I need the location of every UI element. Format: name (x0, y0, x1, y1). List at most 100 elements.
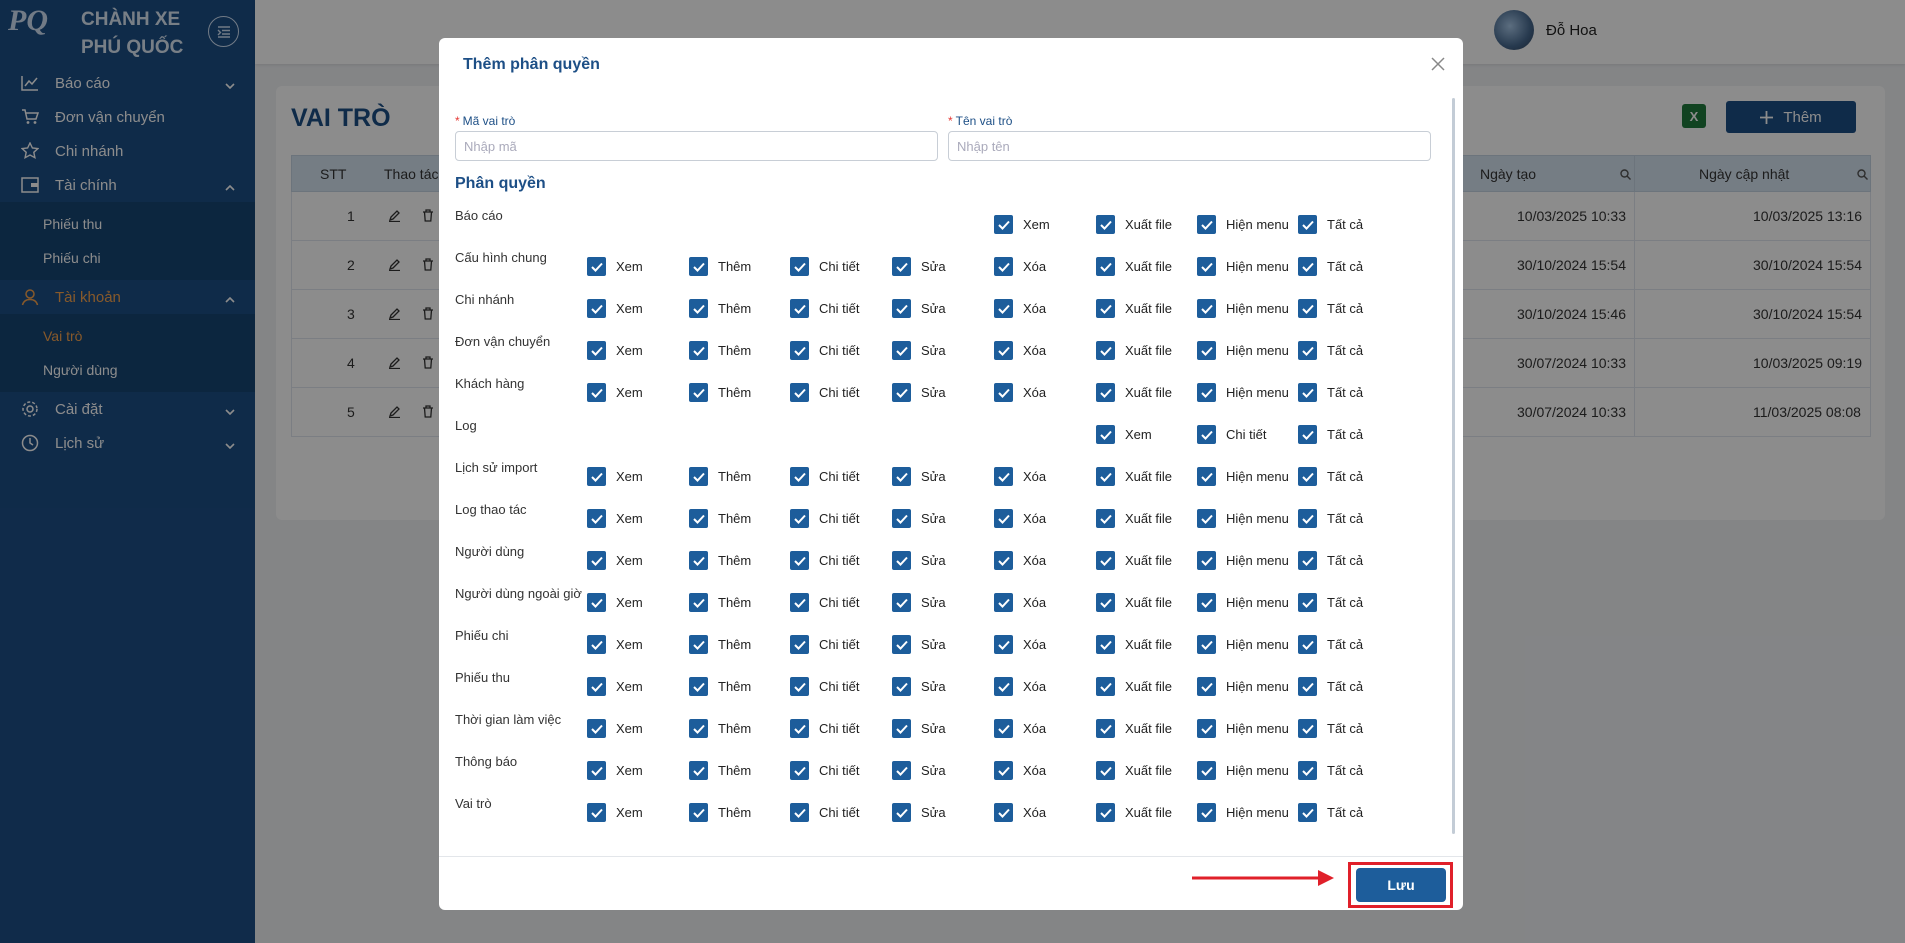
checkbox-xoa[interactable]: Xóa (994, 509, 1046, 528)
checkbox-tat-ca[interactable]: Tất cả (1298, 761, 1363, 780)
checkbox-hien-menu[interactable]: Hiện menu (1197, 509, 1289, 528)
checkbox-checked-icon[interactable] (1298, 677, 1317, 696)
checkbox-tat-ca[interactable]: Tất cả (1298, 383, 1363, 402)
checkbox-xuat-file[interactable]: Xuất file (1096, 719, 1172, 738)
checkbox-checked-icon[interactable] (587, 719, 606, 738)
checkbox-checked-icon[interactable] (689, 467, 708, 486)
checkbox-xoa[interactable]: Xóa (994, 551, 1046, 570)
checkbox-chi-tiet[interactable]: Chi tiết (790, 551, 859, 570)
checkbox-checked-icon[interactable] (1096, 509, 1115, 528)
checkbox-checked-icon[interactable] (587, 383, 606, 402)
checkbox-checked-icon[interactable] (994, 677, 1013, 696)
checkbox-checked-icon[interactable] (1096, 341, 1115, 360)
checkbox-tat-ca[interactable]: Tất cả (1298, 593, 1363, 612)
checkbox-hien-menu[interactable]: Hiện menu (1197, 299, 1289, 318)
checkbox-checked-icon[interactable] (994, 509, 1013, 528)
checkbox-hien-menu[interactable]: Hiện menu (1197, 341, 1289, 360)
checkbox-checked-icon[interactable] (892, 299, 911, 318)
checkbox-sua[interactable]: Sửa (892, 551, 946, 570)
checkbox-xem[interactable]: Xem (587, 257, 643, 276)
checkbox-tat-ca[interactable]: Tất cả (1298, 551, 1363, 570)
checkbox-hien-menu[interactable]: Hiện menu (1197, 761, 1289, 780)
checkbox-xuat-file[interactable]: Xuất file (1096, 509, 1172, 528)
checkbox-checked-icon[interactable] (689, 341, 708, 360)
checkbox-chi-tiet[interactable]: Chi tiết (790, 509, 859, 528)
checkbox-xuat-file[interactable]: Xuất file (1096, 299, 1172, 318)
checkbox-chi-tiet[interactable]: Chi tiết (790, 467, 859, 486)
modal-scrollbar[interactable] (1452, 98, 1455, 834)
checkbox-checked-icon[interactable] (1096, 677, 1115, 696)
checkbox-xoa[interactable]: Xóa (994, 677, 1046, 696)
checkbox-hien-menu[interactable]: Hiện menu (1197, 803, 1289, 822)
checkbox-xem[interactable]: Xem (1096, 425, 1152, 444)
checkbox-checked-icon[interactable] (790, 593, 809, 612)
checkbox-checked-icon[interactable] (689, 719, 708, 738)
checkbox-xem[interactable]: Xem (587, 341, 643, 360)
checkbox-xem[interactable]: Xem (587, 509, 643, 528)
checkbox-xoa[interactable]: Xóa (994, 803, 1046, 822)
checkbox-sua[interactable]: Sửa (892, 803, 946, 822)
checkbox-checked-icon[interactable] (1096, 215, 1115, 234)
checkbox-checked-icon[interactable] (790, 761, 809, 780)
checkbox-checked-icon[interactable] (1197, 635, 1216, 654)
checkbox-checked-icon[interactable] (994, 803, 1013, 822)
checkbox-checked-icon[interactable] (1197, 551, 1216, 570)
checkbox-checked-icon[interactable] (587, 803, 606, 822)
checkbox-checked-icon[interactable] (994, 467, 1013, 486)
checkbox-checked-icon[interactable] (994, 761, 1013, 780)
checkbox-checked-icon[interactable] (1197, 425, 1216, 444)
checkbox-checked-icon[interactable] (1298, 341, 1317, 360)
checkbox-checked-icon[interactable] (1298, 257, 1317, 276)
checkbox-checked-icon[interactable] (587, 509, 606, 528)
checkbox-checked-icon[interactable] (587, 677, 606, 696)
checkbox-checked-icon[interactable] (892, 677, 911, 696)
checkbox-xoa[interactable]: Xóa (994, 341, 1046, 360)
checkbox-checked-icon[interactable] (587, 467, 606, 486)
checkbox-checked-icon[interactable] (689, 593, 708, 612)
checkbox-checked-icon[interactable] (1096, 803, 1115, 822)
checkbox-chi-tiet[interactable]: Chi tiết (790, 635, 859, 654)
checkbox-checked-icon[interactable] (892, 509, 911, 528)
checkbox-xuat-file[interactable]: Xuất file (1096, 803, 1172, 822)
checkbox-them[interactable]: Thêm (689, 593, 751, 612)
checkbox-checked-icon[interactable] (994, 215, 1013, 234)
checkbox-checked-icon[interactable] (790, 257, 809, 276)
checkbox-checked-icon[interactable] (1298, 635, 1317, 654)
checkbox-chi-tiet[interactable]: Chi tiết (790, 341, 859, 360)
checkbox-them[interactable]: Thêm (689, 509, 751, 528)
checkbox-checked-icon[interactable] (587, 257, 606, 276)
checkbox-xuat-file[interactable]: Xuất file (1096, 215, 1172, 234)
checkbox-xem[interactable]: Xem (587, 467, 643, 486)
checkbox-xuat-file[interactable]: Xuất file (1096, 551, 1172, 570)
checkbox-xoa[interactable]: Xóa (994, 635, 1046, 654)
checkbox-xem[interactable]: Xem (994, 215, 1050, 234)
checkbox-checked-icon[interactable] (689, 383, 708, 402)
checkbox-sua[interactable]: Sửa (892, 635, 946, 654)
checkbox-them[interactable]: Thêm (689, 719, 751, 738)
checkbox-chi-tiet[interactable]: Chi tiết (790, 299, 859, 318)
checkbox-them[interactable]: Thêm (689, 383, 751, 402)
checkbox-xem[interactable]: Xem (587, 803, 643, 822)
checkbox-them[interactable]: Thêm (689, 551, 751, 570)
checkbox-checked-icon[interactable] (892, 761, 911, 780)
checkbox-checked-icon[interactable] (892, 635, 911, 654)
checkbox-xuat-file[interactable]: Xuất file (1096, 593, 1172, 612)
checkbox-checked-icon[interactable] (892, 551, 911, 570)
checkbox-them[interactable]: Thêm (689, 299, 751, 318)
checkbox-xem[interactable]: Xem (587, 677, 643, 696)
checkbox-sua[interactable]: Sửa (892, 509, 946, 528)
checkbox-tat-ca[interactable]: Tất cả (1298, 803, 1363, 822)
checkbox-xuat-file[interactable]: Xuất file (1096, 341, 1172, 360)
checkbox-checked-icon[interactable] (1197, 761, 1216, 780)
checkbox-checked-icon[interactable] (1096, 719, 1115, 738)
checkbox-chi-tiet[interactable]: Chi tiết (790, 257, 859, 276)
checkbox-checked-icon[interactable] (1197, 803, 1216, 822)
checkbox-checked-icon[interactable] (892, 593, 911, 612)
checkbox-checked-icon[interactable] (1096, 593, 1115, 612)
checkbox-chi-tiet[interactable]: Chi tiết (790, 761, 859, 780)
checkbox-tat-ca[interactable]: Tất cả (1298, 635, 1363, 654)
checkbox-checked-icon[interactable] (892, 467, 911, 486)
checkbox-sua[interactable]: Sửa (892, 761, 946, 780)
checkbox-tat-ca[interactable]: Tất cả (1298, 215, 1363, 234)
checkbox-them[interactable]: Thêm (689, 257, 751, 276)
